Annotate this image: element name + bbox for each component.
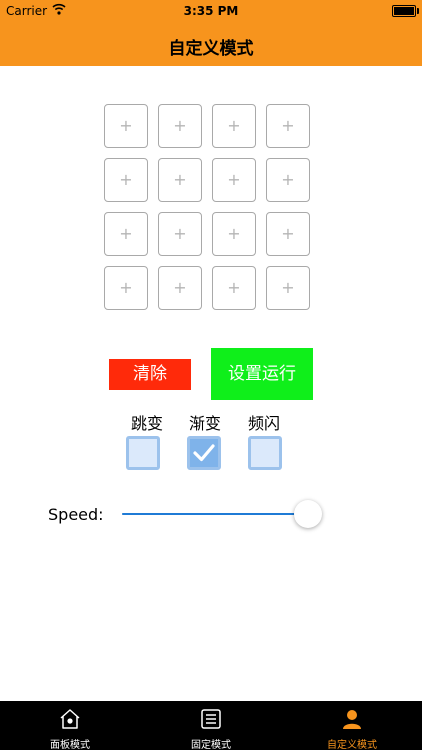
grid-cell[interactable]: + [158, 266, 202, 310]
grid-cell[interactable]: + [266, 212, 310, 256]
battery-icon [392, 5, 419, 17]
set-run-button[interactable]: 设置运行 [211, 348, 313, 400]
speed-label: Speed: [48, 505, 104, 524]
grid-cell[interactable]: + [104, 266, 148, 310]
grid-cell[interactable]: + [158, 212, 202, 256]
list-icon [199, 707, 223, 731]
grid-cell[interactable]: + [266, 104, 310, 148]
mode-checkbox-fade[interactable] [187, 436, 221, 470]
mode-label-fade: 渐变 [188, 414, 221, 433]
mode-label-strobe: 频闪 [247, 414, 280, 433]
grid-cell[interactable]: + [266, 266, 310, 310]
home-icon [58, 707, 82, 731]
speed-slider-track[interactable] [122, 513, 308, 515]
status-time: 3:35 PM [183, 4, 239, 18]
grid-cell[interactable]: + [158, 158, 202, 202]
tab-bar: 面板模式 固定模式 自定义模式 [0, 701, 422, 751]
clear-button[interactable]: 清除 [109, 359, 191, 390]
page-title: 自定义模式 [168, 39, 254, 59]
mode-checkbox-strobe[interactable] [248, 436, 282, 470]
tab-fixed-mode[interactable]: 固定模式 [141, 701, 281, 751]
grid-cell[interactable]: + [104, 212, 148, 256]
mode-label-jump: 跳变 [130, 414, 163, 433]
speed-slider-fill [122, 513, 308, 515]
checkmark-icon [193, 444, 215, 462]
status-bar: Carrier 3:35 PM [0, 0, 422, 22]
grid-cell[interactable]: + [212, 158, 256, 202]
battery-fill [394, 7, 414, 15]
tab-custom-mode[interactable]: 自定义模式 [282, 701, 422, 751]
grid-cell[interactable]: + [212, 212, 256, 256]
tab-panel-mode[interactable]: 面板模式 [0, 701, 140, 751]
tab-label: 自定义模式 [327, 740, 377, 751]
speed-slider-thumb[interactable] [294, 500, 322, 528]
grid-cell[interactable]: + [104, 104, 148, 148]
tab-label: 固定模式 [191, 740, 231, 751]
person-icon [340, 707, 364, 731]
color-cell-grid: + + + + + + + + + + + + + + + + [104, 104, 316, 316]
mode-checkbox-jump[interactable] [126, 436, 160, 470]
tab-label: 面板模式 [50, 740, 90, 751]
grid-cell[interactable]: + [104, 158, 148, 202]
grid-cell[interactable]: + [266, 158, 310, 202]
grid-cell[interactable]: + [212, 266, 256, 310]
grid-cell[interactable]: + [158, 104, 202, 148]
navigation-bar: 自定义模式 [0, 22, 422, 66]
grid-cell[interactable]: + [212, 104, 256, 148]
